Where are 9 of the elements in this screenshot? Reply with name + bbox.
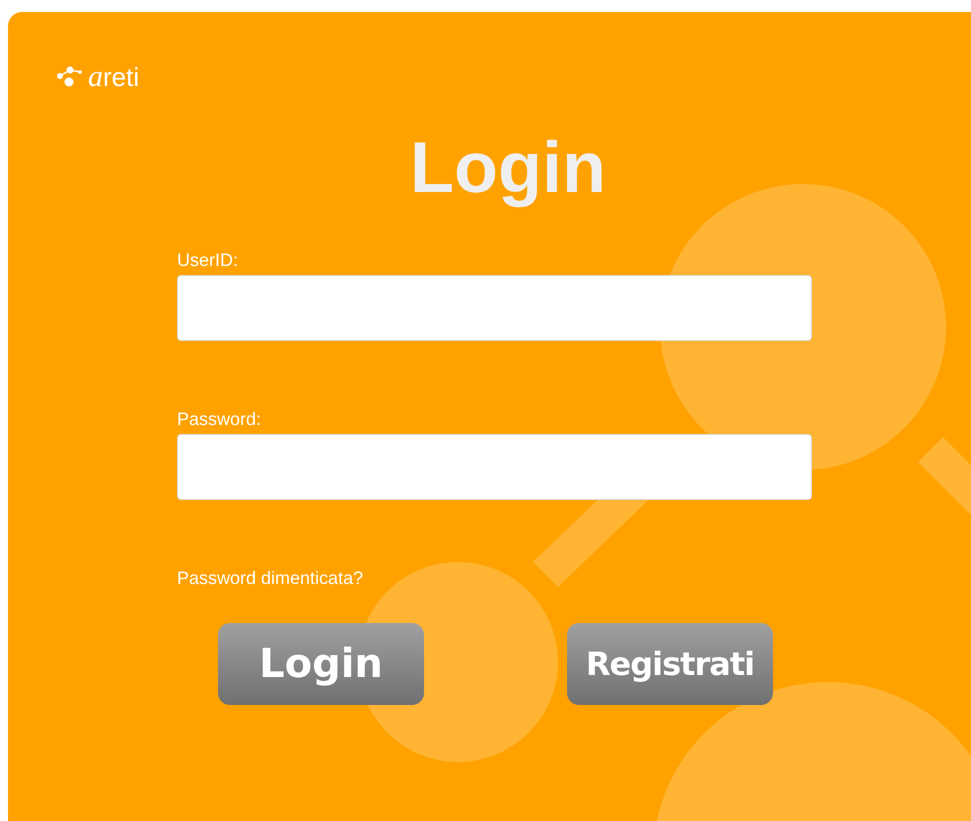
login-button[interactable]: Login <box>218 623 424 705</box>
password-field[interactable] <box>177 434 812 500</box>
userid-field[interactable] <box>177 275 812 341</box>
register-button[interactable]: Registrati <box>567 623 773 705</box>
forgot-password-link[interactable]: Password dimenticata? <box>177 566 364 590</box>
molecule-logo-icon <box>56 66 82 88</box>
field-label: UserID: <box>177 249 240 272</box>
logo-text: areti <box>88 62 140 92</box>
field-label: Password: <box>177 408 262 431</box>
